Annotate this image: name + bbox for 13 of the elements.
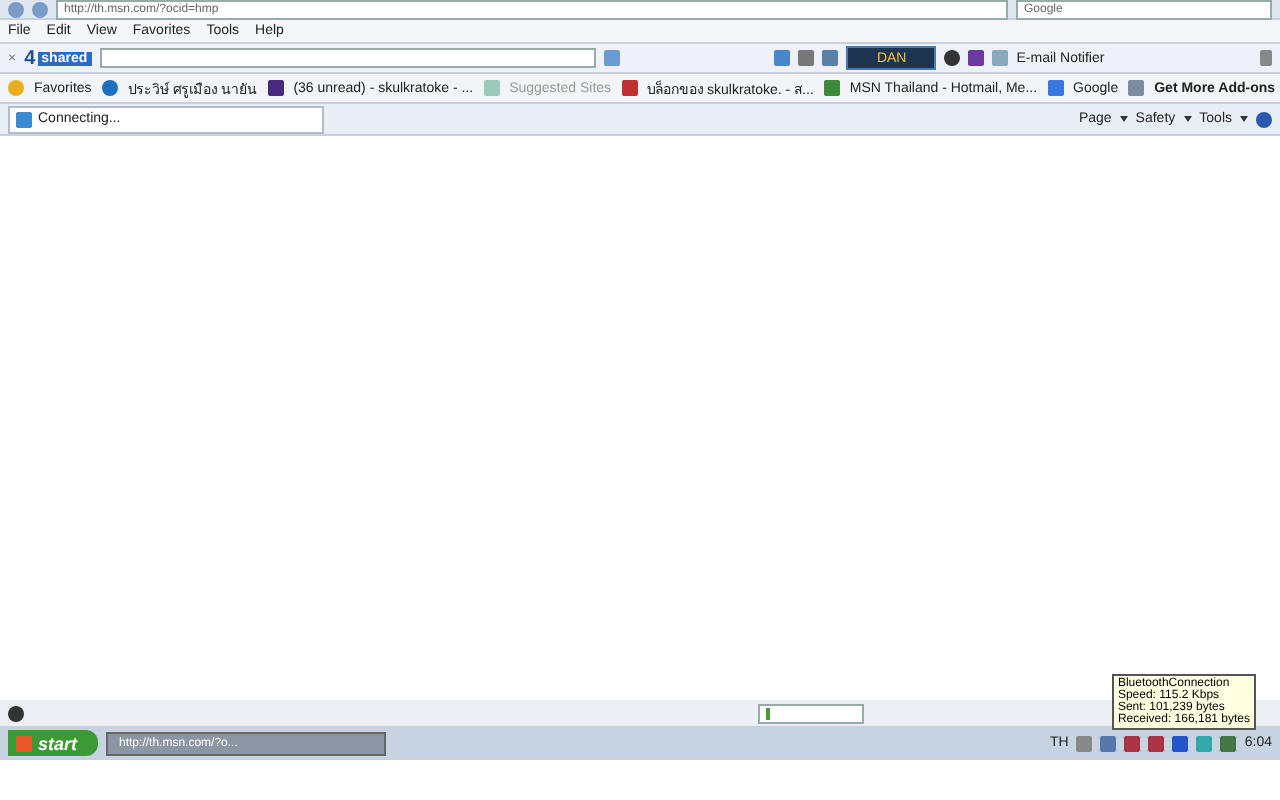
caret-icon[interactable] bbox=[1183, 116, 1192, 122]
site-icon bbox=[267, 80, 284, 96]
status-icon bbox=[8, 705, 24, 721]
caret-icon[interactable] bbox=[1119, 116, 1128, 122]
site-icon bbox=[621, 80, 638, 96]
site-icon bbox=[823, 80, 840, 96]
site-icon bbox=[483, 80, 500, 96]
start-button[interactable]: start bbox=[8, 730, 98, 756]
site-icon bbox=[1128, 80, 1145, 96]
site-icon bbox=[101, 80, 118, 96]
caret-icon[interactable] bbox=[1240, 116, 1248, 122]
site-icon bbox=[1047, 80, 1064, 96]
toolbar-search-field[interactable] bbox=[99, 48, 596, 68]
